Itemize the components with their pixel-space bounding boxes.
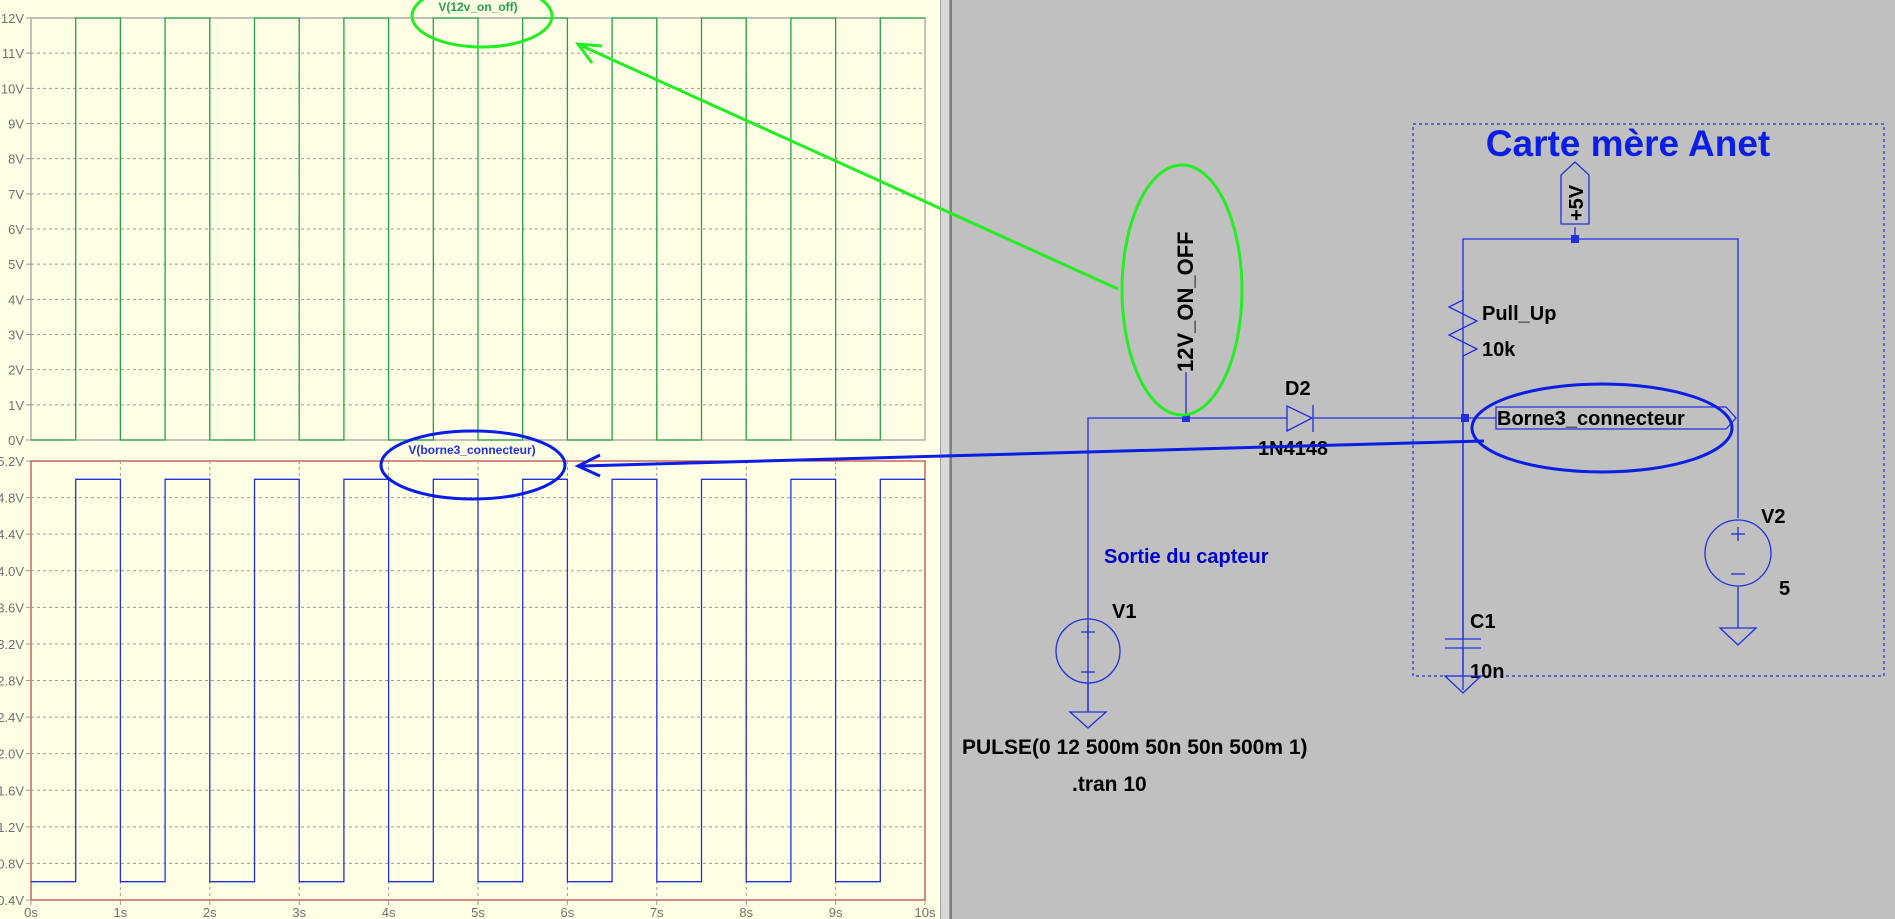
v2-name[interactable]: V2: [1761, 506, 1785, 528]
c1-name[interactable]: C1: [1470, 611, 1496, 633]
net-label-12v[interactable]: 12V_ON_OFF: [1173, 231, 1198, 372]
annotation-ellipse-12v-trace: [410, 0, 554, 49]
d2-model[interactable]: 1N4148: [1258, 438, 1328, 460]
ground-v1: [1068, 711, 1108, 729]
pullup-name[interactable]: Pull_Up: [1482, 303, 1556, 325]
capacitor-c1-symbol[interactable]: [1445, 418, 1481, 676]
pullup-value[interactable]: 10k: [1482, 339, 1516, 361]
junction-borne3: [1461, 414, 1469, 422]
annotation-ellipse-borne3-trace: [379, 429, 567, 501]
annotation-arrow-green: [581, 44, 1119, 291]
schematic-svg: Carte mère Anet D2 1N4148 12V_ON_OFF Bor…: [379, 0, 1885, 796]
source-v2-symbol[interactable]: [1704, 519, 1772, 587]
junction-5v: [1571, 235, 1579, 243]
board-title: Carte mère Anet: [1486, 123, 1770, 164]
net-label-borne3[interactable]: Borne3_connecteur: [1497, 408, 1685, 430]
v1-value[interactable]: PULSE(0 12 500m 50n 50n 500m 1): [962, 736, 1308, 759]
d2-name[interactable]: D2: [1285, 378, 1311, 400]
sortie-capteur-label[interactable]: Sortie du capteur: [1104, 546, 1269, 568]
v1-name[interactable]: V1: [1112, 601, 1136, 623]
ground-v2: [1718, 627, 1758, 646]
annotation-arrow-blue: [581, 439, 1485, 468]
tran-directive[interactable]: .tran 10: [1072, 773, 1147, 796]
anet-board-box: [1412, 123, 1885, 677]
plus5v-label[interactable]: +5V: [1566, 184, 1588, 221]
c1-value[interactable]: 10n: [1470, 661, 1504, 683]
v2-value[interactable]: 5: [1779, 578, 1790, 600]
diode-d2-symbol[interactable]: [1286, 404, 1314, 433]
